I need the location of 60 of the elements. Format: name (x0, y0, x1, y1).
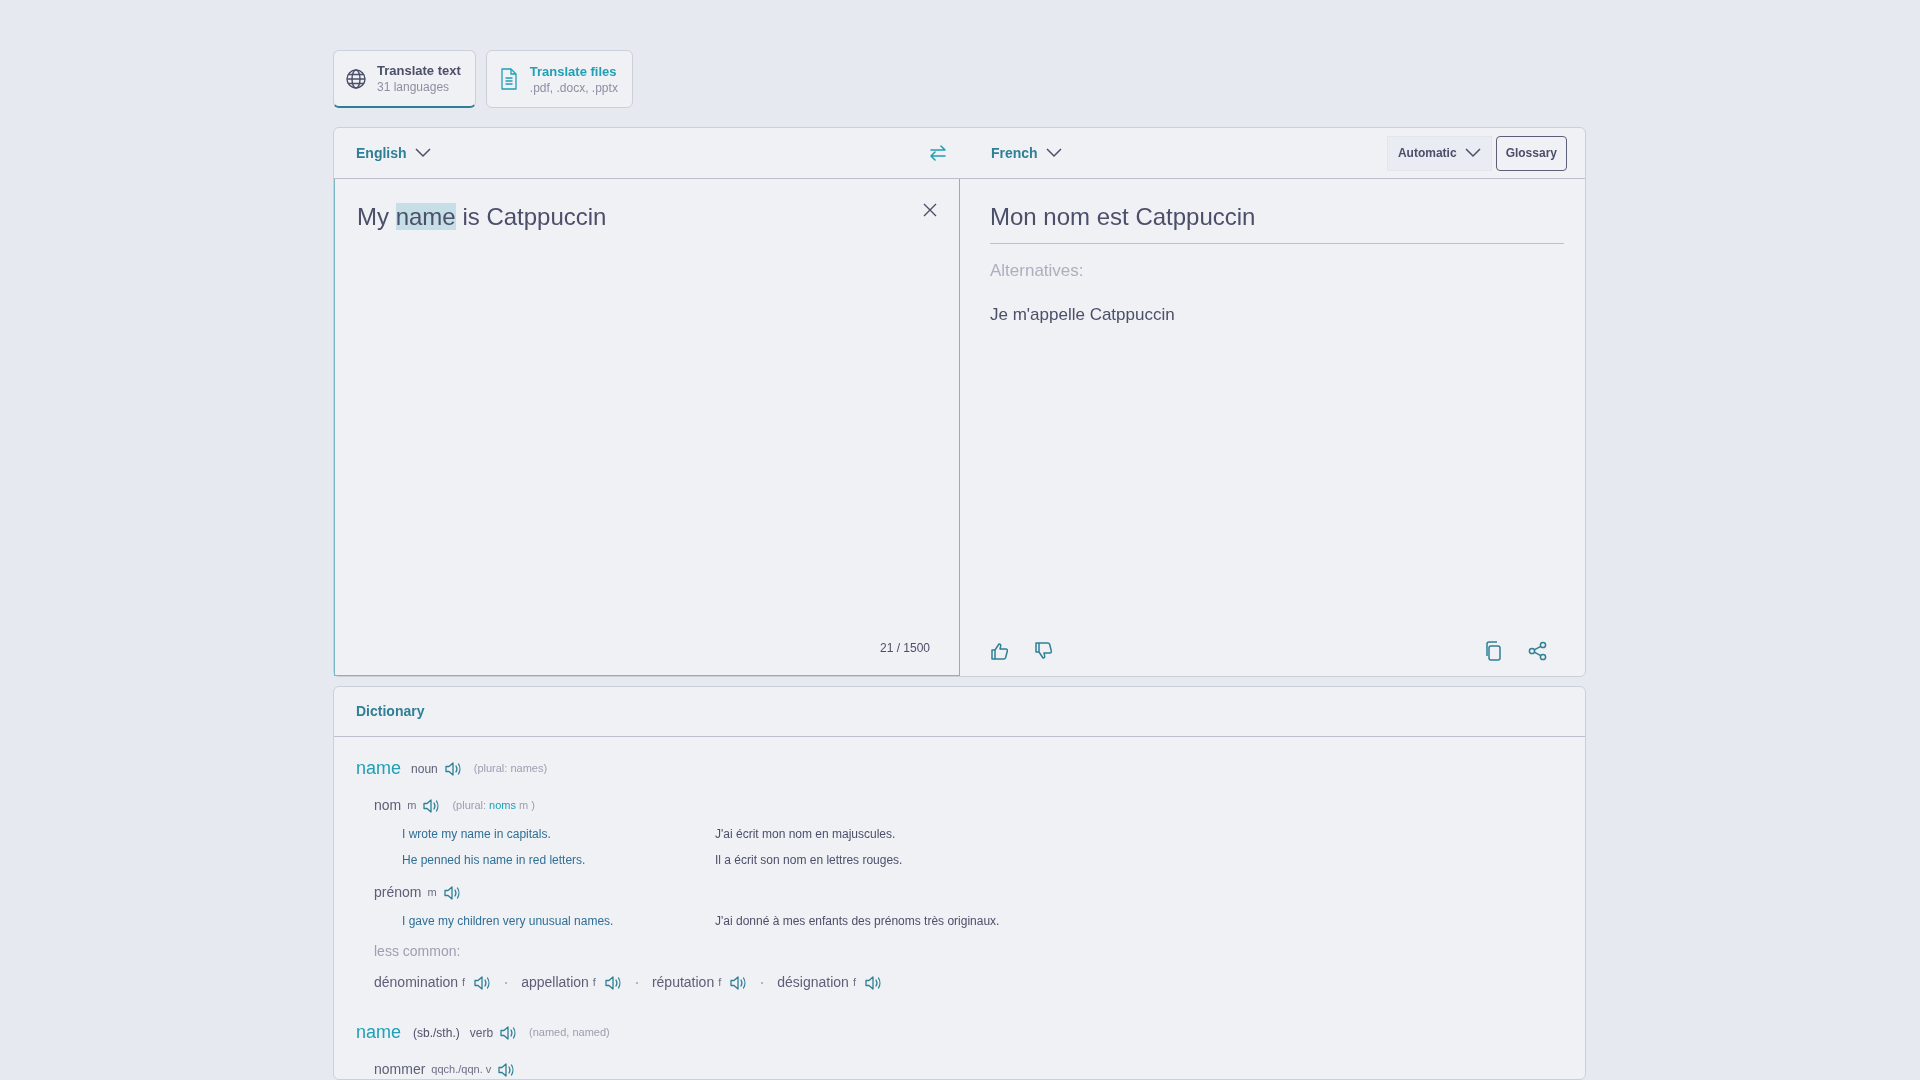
alternatives-label: Alternatives: (990, 260, 1085, 282)
example-translation: Il a écrit son nom en lettres rouges. (715, 852, 903, 869)
headword: name (356, 1021, 402, 1044)
example-sentence: I wrote my name in capitals. (402, 827, 551, 841)
grammar-label: f (592, 975, 596, 991)
source-language-dropdown[interactable]: English (356, 142, 431, 164)
speaker-icon[interactable] (499, 1024, 518, 1041)
speaker-icon[interactable] (443, 760, 462, 777)
glossary-button[interactable]: Glossary (1495, 135, 1567, 171)
dictionary-title: Dictionary (356, 702, 425, 721)
speaker-icon[interactable] (422, 797, 441, 814)
word-forms: (plural: names) (473, 761, 548, 777)
speaker-icon[interactable] (729, 974, 748, 991)
translation-word[interactable]: nom (374, 795, 402, 816)
part-of-speech: verb (469, 1024, 494, 1042)
headword: name (356, 757, 402, 780)
plural-note: (plural: noms m ) (452, 798, 535, 814)
example-sentence: I gave my children very unusual names. (402, 914, 614, 928)
thumbs-down-icon[interactable] (1034, 641, 1054, 661)
less-common-label: less common: (374, 942, 461, 961)
copy-icon[interactable] (1484, 641, 1502, 661)
translation-word[interactable]: appellation (521, 972, 589, 993)
source-text[interactable]: My name is Catppuccin (357, 201, 959, 233)
translation-word[interactable]: prénom (374, 882, 422, 903)
qualifier: (sb./sth.) (413, 1024, 460, 1042)
speaker-icon[interactable] (497, 1061, 516, 1078)
word-forms: (named, named) (529, 1025, 610, 1041)
grammar-label: f (462, 975, 466, 991)
chevron-down-icon[interactable] (1464, 148, 1481, 158)
alternative-translation[interactable]: Je m'appelle Catppuccin (990, 301, 1175, 327)
grammar-label: m (427, 885, 437, 901)
speaker-icon[interactable] (603, 974, 622, 991)
grammar-label: qqch./qqn. v (431, 1062, 492, 1078)
grammar-label: f (852, 975, 856, 991)
thumbs-up-icon[interactable] (990, 641, 1010, 661)
translation-word[interactable]: dénomination (374, 972, 459, 993)
character-count: 21 / 1500 (879, 640, 930, 657)
speaker-icon[interactable] (473, 974, 492, 991)
translation-word[interactable]: réputation (651, 972, 715, 993)
share-icon[interactable] (1528, 641, 1548, 661)
globe-icon[interactable] (345, 67, 367, 90)
part-of-speech: noun (411, 760, 438, 778)
target-language-dropdown[interactable]: French (991, 142, 1062, 164)
translation-word[interactable]: nommer (374, 1059, 426, 1079)
mode-tab[interactable]: Translate text 31 languages (333, 50, 476, 108)
chevron-down-icon[interactable] (1045, 148, 1062, 158)
chevron-down-icon[interactable] (414, 148, 431, 158)
formality-dropdown[interactable]: Automatic (1386, 135, 1492, 171)
grammar-label: m (407, 798, 417, 814)
translation-word[interactable]: désignation (777, 972, 849, 993)
close-icon[interactable] (923, 203, 937, 217)
swap-icon[interactable] (928, 143, 948, 163)
example-translation: J'ai donné à mes enfants des prénoms très originaux. (715, 913, 1000, 930)
translation-text: Mon nom est Catppuccin (990, 201, 1564, 244)
speaker-icon[interactable] (863, 974, 882, 991)
speaker-icon[interactable] (442, 884, 461, 901)
example-sentence: He penned his name in red letters. (402, 853, 586, 867)
mode-tab[interactable]: Translate files .pdf, .docx, .pptx (485, 50, 633, 108)
grammar-label: f (718, 975, 722, 991)
example-translation: J'ai écrit mon nom en majuscules. (715, 826, 896, 843)
